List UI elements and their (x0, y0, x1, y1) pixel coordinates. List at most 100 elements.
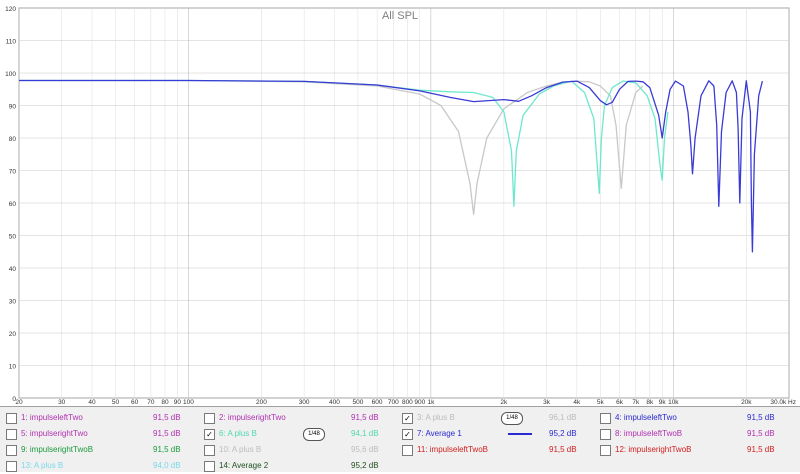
legend-label: 7: Average 1 (417, 429, 462, 438)
legend-item-11[interactable]: 11: impulseleftTwoB 91,5 dB (402, 442, 597, 458)
y-tick-label: 70 (9, 169, 17, 176)
legend-value: 91,5 dB (351, 413, 379, 422)
legend-label: 11: impulseleftTwoB (417, 445, 488, 454)
legend-item-10[interactable]: 10: A plus B 95,6 dB (204, 442, 399, 458)
x-tick-label: 20k (741, 399, 752, 406)
x-tick-label: 6k (616, 399, 624, 406)
x-tick-label: 20 (15, 399, 23, 406)
legend-checkbox[interactable] (6, 413, 17, 424)
x-tick-label: 700 (388, 399, 399, 406)
legend-label: 2: impulserightTwo (219, 413, 286, 422)
y-tick-label: 100 (5, 71, 16, 78)
legend-item-2[interactable]: 2: impulserightTwo 91,5 dB (204, 410, 399, 426)
legend-value: 91,5 dB (153, 429, 181, 438)
legend-item-6[interactable]: ✓ 6: A plus B 1/48 94,1 dB (204, 426, 399, 442)
legend-checkbox[interactable] (600, 429, 611, 440)
legend-checkbox[interactable] (600, 445, 611, 456)
legend-item-8[interactable]: 8: impulseleftTwoB 91,5 dB (600, 426, 795, 442)
legend-item-9[interactable]: 9: impulserightTwoB 91,5 dB (6, 442, 201, 458)
x-tick-label: 200 (256, 399, 267, 406)
x-tick-label: 400 (329, 399, 340, 406)
legend-value: 95,6 dB (351, 445, 379, 454)
x-tick-label: 40 (88, 399, 96, 406)
legend-value: 94,1 dB (351, 429, 379, 438)
y-tick-label: 60 (9, 201, 17, 208)
x-tick-label: 7k (632, 399, 640, 406)
y-tick-label: 110 (6, 39, 17, 46)
legend-item-3[interactable]: ✓ 3: A plus B 1/48 96,1 dB (402, 410, 597, 426)
legend-item-4[interactable]: 4: impulseleftTwo 91,5 dB (600, 410, 795, 426)
x-tick-label: 500 (352, 399, 363, 406)
legend-label: 5: impulserightTwo (21, 429, 88, 438)
x-tick-label: 30.0k Hz (770, 399, 796, 406)
legend-label: 4: impulseleftTwo (615, 413, 677, 422)
x-tick-label: 10k (668, 399, 679, 406)
legend-checkbox[interactable] (6, 445, 17, 456)
legend-label: 12: impulserightTwoB (615, 445, 692, 454)
legend-value: 91,5 dB (153, 413, 181, 422)
x-tick-label: 90 (174, 399, 182, 406)
legend-panel: 1: impulseleftTwo 91,5 dB 5: impulserightT… (0, 406, 800, 472)
y-tick-label: 10 (9, 364, 17, 371)
spl-chart: 0102030405060708090100110120 20 30 40 50 60 7… (5, 6, 796, 406)
legend-item-7[interactable]: ✓ 7: Average 1 95,2 dB (402, 426, 597, 442)
x-tick-label: 9k (659, 399, 667, 406)
legend-value: 95,2 dB (549, 429, 577, 438)
y-tick-label: 50 (9, 234, 17, 241)
legend-value: 91,5 dB (747, 413, 775, 422)
legend-label: 6: A plus B (219, 429, 257, 438)
smoothing-badge-label: 1/48 (501, 412, 523, 425)
legend-checkbox[interactable]: ✓ (402, 413, 413, 424)
chart-title: All SPL (382, 10, 418, 22)
x-tick-label: 800 (402, 399, 413, 406)
x-tick-label: 4k (573, 399, 581, 406)
legend-label: 10: A plus B (219, 445, 262, 454)
legend-checkbox[interactable] (600, 413, 611, 424)
legend-label: 8: impulseleftTwoB (615, 429, 683, 438)
legend-checkbox[interactable] (6, 461, 17, 472)
line-sample-stroke (508, 433, 532, 435)
x-tick-label: 30 (58, 399, 66, 406)
x-tick-label: 70 (147, 399, 155, 406)
x-tick-label: 2k (500, 399, 508, 406)
legend-label: 9: impulserightTwoB (21, 445, 94, 454)
x-tick-label: 100 (183, 399, 194, 406)
legend-checkbox[interactable] (204, 461, 215, 472)
y-tick-label: 120 (5, 6, 16, 13)
legend-label: 3: A plus B (417, 413, 455, 422)
x-tick-labels: 20 30 40 50 60 70 80 90 100 200 300 400 500 600 700 800… (15, 399, 796, 406)
legend-label: 1: impulseleftTwo (21, 413, 83, 422)
smoothing-badge-label: 1/48 (303, 428, 325, 441)
legend-item-12[interactable]: 12: impulserightTwoB 91,5 dB (600, 442, 795, 458)
x-tick-label: 600 (372, 399, 383, 406)
legend-item-5[interactable]: 5: impulserightTwo 91,5 dB (6, 426, 201, 442)
legend-value: 91,5 dB (747, 445, 775, 454)
y-tick-label: 30 (9, 299, 17, 306)
x-tick-label: 1k (427, 399, 435, 406)
x-tick-label: 5k (597, 399, 605, 406)
line-style-sample[interactable] (508, 426, 532, 442)
x-tick-label: 80 (161, 399, 169, 406)
x-tick-label: 300 (299, 399, 310, 406)
y-tick-labels: 0102030405060708090100110120 (5, 6, 16, 403)
legend-value: 91,5 dB (747, 429, 775, 438)
x-tick-label: 50 (112, 399, 120, 406)
y-tick-label: 20 (9, 331, 17, 338)
legend-checkbox[interactable] (204, 445, 215, 456)
legend-value: 96,1 dB (549, 413, 577, 422)
y-tick-label: 40 (9, 266, 17, 273)
legend-checkbox[interactable]: ✓ (402, 429, 413, 440)
legend-item-1[interactable]: 1: impulseleftTwo 91,5 dB (6, 410, 201, 426)
x-tick-label: 3k (543, 399, 551, 406)
x-tick-label: 60 (131, 399, 139, 406)
legend-checkbox[interactable] (402, 445, 413, 456)
legend-checkbox[interactable] (204, 413, 215, 424)
legend-checkbox[interactable]: ✓ (204, 429, 215, 440)
legend-value: 91,5 dB (549, 445, 577, 454)
y-tick-label: 90 (9, 104, 17, 111)
y-tick-label: 80 (9, 136, 17, 143)
legend-checkbox[interactable] (6, 429, 17, 440)
x-tick-label: 8k (646, 399, 654, 406)
legend-value: 91,5 dB (153, 445, 181, 454)
x-tick-label: 900 (414, 399, 425, 406)
